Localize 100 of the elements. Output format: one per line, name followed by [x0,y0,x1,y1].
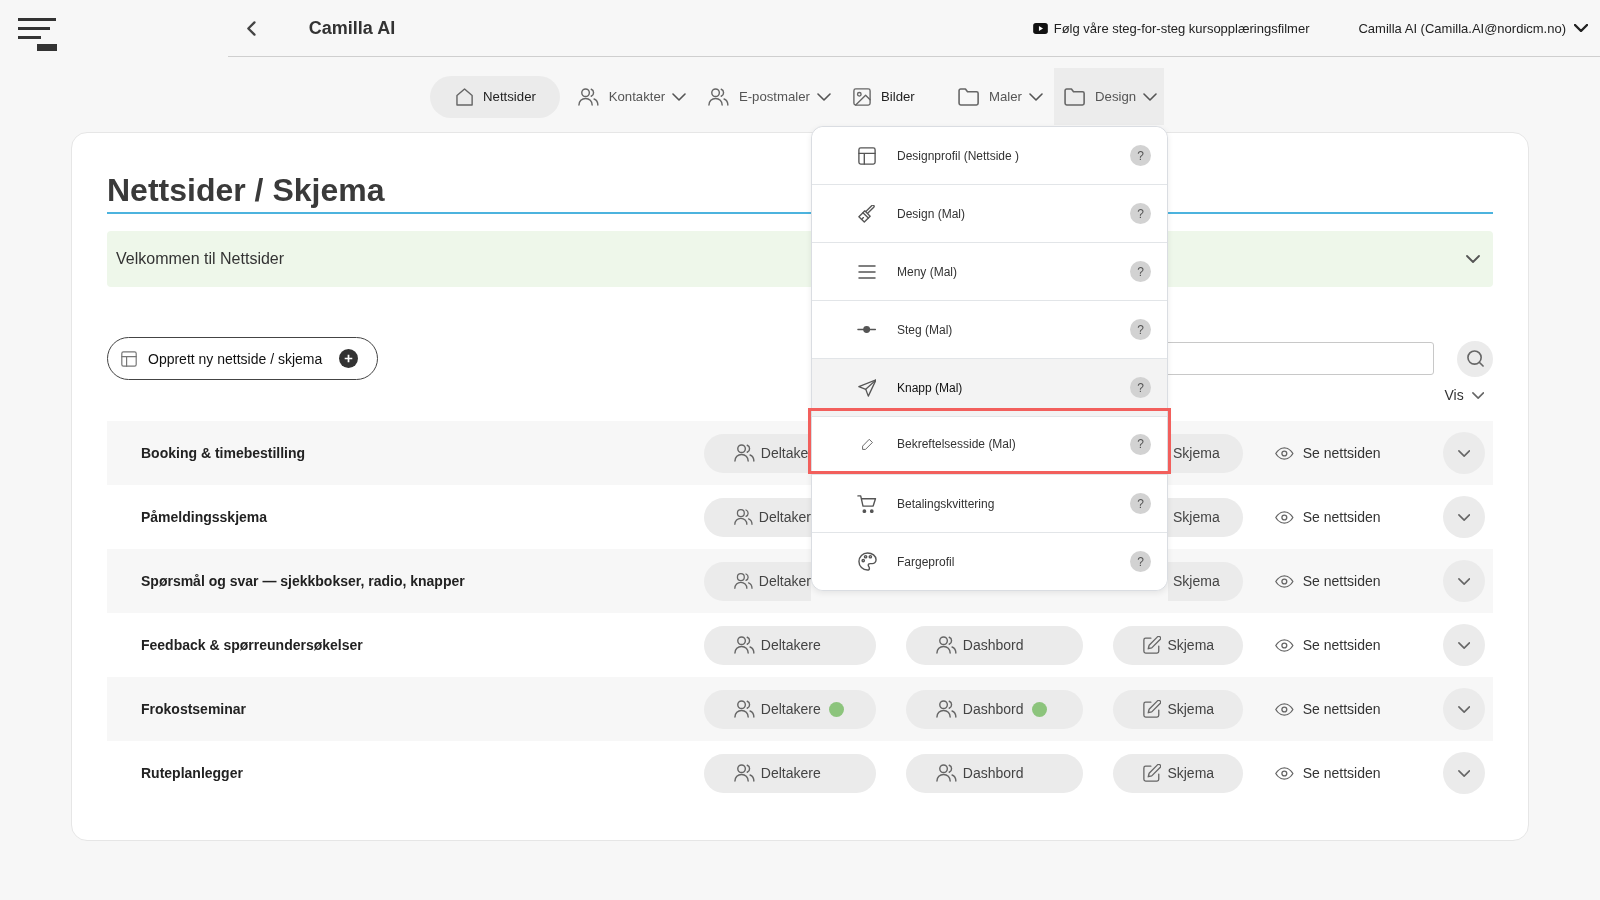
form-button[interactable]: Skjema [1168,497,1243,537]
row-title: Booking & timebestilling [141,445,307,461]
eye-icon [1275,510,1294,524]
chevron-down-icon [1457,641,1471,649]
people-icon [936,764,957,782]
dashboard-button[interactable]: Dashbord [906,625,1083,665]
nav-tab[interactable]: Kontakter [566,68,698,125]
help-button[interactable]: ? [1130,145,1151,166]
dashboard-button[interactable]: Dashbord [906,689,1083,729]
participants-button[interactable]: Deltaker [704,497,811,537]
people-icon [734,700,755,718]
eye-icon [1275,766,1294,780]
nav-tab[interactable]: E-postmaler [697,68,842,125]
help-button[interactable]: ? [1130,493,1151,514]
search-field[interactable] [1165,342,1434,375]
help-button[interactable]: ? [1130,551,1151,572]
menu-item[interactable]: Designprofil (Nettside ) ? [812,127,1167,184]
dashboard-button[interactable]: Dashbord [906,753,1083,793]
view-site-link[interactable]: Se nettsiden [1273,509,1413,525]
eye-icon [1275,446,1294,460]
view-site-link[interactable]: Se nettsiden [1273,765,1413,781]
people-icon [936,700,957,718]
nav-tab[interactable]: Bilder [842,68,947,125]
menu-item[interactable]: Steg (Mal) ? [812,300,1167,358]
video-play-icon [1032,22,1048,34]
menu-item[interactable]: Knapp (Mal) ? [812,358,1167,416]
participants-button[interactable]: Deltakere [704,689,876,729]
step-icon [857,326,877,333]
search-icon [1466,350,1484,367]
tutorial-link[interactable]: Følg våre steg-for-steg kursopplæringsfilmer [1032,20,1310,36]
layout-icon [121,350,137,367]
menu-icon[interactable] [18,18,57,51]
brush-icon [858,204,876,223]
help-button[interactable]: ? [1130,203,1151,224]
header-title: Camilla AI [308,17,396,39]
view-site-link[interactable]: Se nettsiden [1273,701,1413,717]
edit-icon [1143,700,1162,718]
help-button[interactable]: ? [1130,433,1151,455]
menu-item[interactable]: Bekreftelsesside (Mal) ? [812,416,1167,471]
create-page-button[interactable]: Opprett ny nettside / skjema [107,337,379,380]
menu-item[interactable]: Betalingskvittering ? [812,474,1167,532]
menu-icon [858,264,876,279]
people-icon [708,87,729,106]
expand-button[interactable] [1443,432,1485,474]
row-title: Feedback & spørreundersøkelser [141,637,364,653]
form-button[interactable]: Skjema [1168,561,1243,601]
people-icon [734,764,755,782]
help-button[interactable]: ? [1130,261,1151,282]
row-title: Påmeldingsskjema [141,509,269,525]
nav-tab[interactable]: Design [1053,68,1165,125]
eye-icon [1275,574,1294,588]
folder-icon [1063,87,1086,106]
chevron-down-icon [1028,92,1043,101]
chevron-down-icon [817,92,831,101]
expand-button[interactable] [1443,752,1485,794]
eye-icon [1275,702,1294,716]
expand-button[interactable] [1443,560,1485,602]
participants-button[interactable]: Deltakere [704,753,876,793]
view-site-link[interactable]: Se nettsiden [1273,637,1413,653]
chevron-down-icon [1457,769,1471,777]
people-icon [936,636,957,654]
nav-tab[interactable]: Maler [946,68,1054,125]
chevron-left-icon [247,20,256,36]
search-button[interactable] [1457,340,1493,377]
edit-icon [1143,764,1162,782]
menu-item[interactable]: Meny (Mal) ? [812,242,1167,300]
row-title: Ruteplanlegger [141,765,244,781]
help-button[interactable]: ? [1130,377,1151,398]
expand-button[interactable] [1443,496,1485,538]
people-icon [734,636,755,654]
user-menu[interactable]: Camilla AI (Camilla.AI@nordicm.no) [1358,20,1588,36]
cart-icon [857,494,877,513]
expand-button[interactable] [1443,624,1485,666]
people-icon [577,87,599,106]
expand-button[interactable] [1443,688,1485,730]
people-icon [734,444,755,462]
view-site-link[interactable]: Se nettsiden [1273,573,1413,589]
nav-tab[interactable]: Nettsider [430,75,560,118]
view-options-dropdown[interactable]: Vis [1444,386,1484,404]
row-title: Spørsmål og svar — sjekkbokser, radio, knapper [141,573,466,589]
participants-button[interactable]: Deltaker [704,561,811,601]
chevron-down-icon [1457,513,1471,521]
layout-icon [858,146,876,165]
chevron-down-icon [1471,391,1484,399]
form-button[interactable]: Skjema [1113,753,1243,793]
chevron-down-icon [1457,705,1471,713]
participants-button[interactable]: Deltakere [704,625,876,665]
menu-item[interactable]: Fargeprofil ? [812,532,1167,590]
form-button[interactable]: Skjema [1168,433,1243,473]
form-button[interactable]: Skjema [1113,625,1243,665]
help-button[interactable]: ? [1130,319,1151,340]
participants-button[interactable]: Deltake [704,433,811,473]
back-button[interactable] [247,20,256,36]
edit-icon [1143,636,1162,654]
plus-circle-icon [339,349,359,368]
pencil-icon [861,438,873,450]
form-button[interactable]: Skjema [1113,689,1243,729]
view-site-link[interactable]: Se nettsiden [1273,445,1413,461]
row-title: Frokostseminar [141,701,248,717]
folder-icon [957,87,979,106]
